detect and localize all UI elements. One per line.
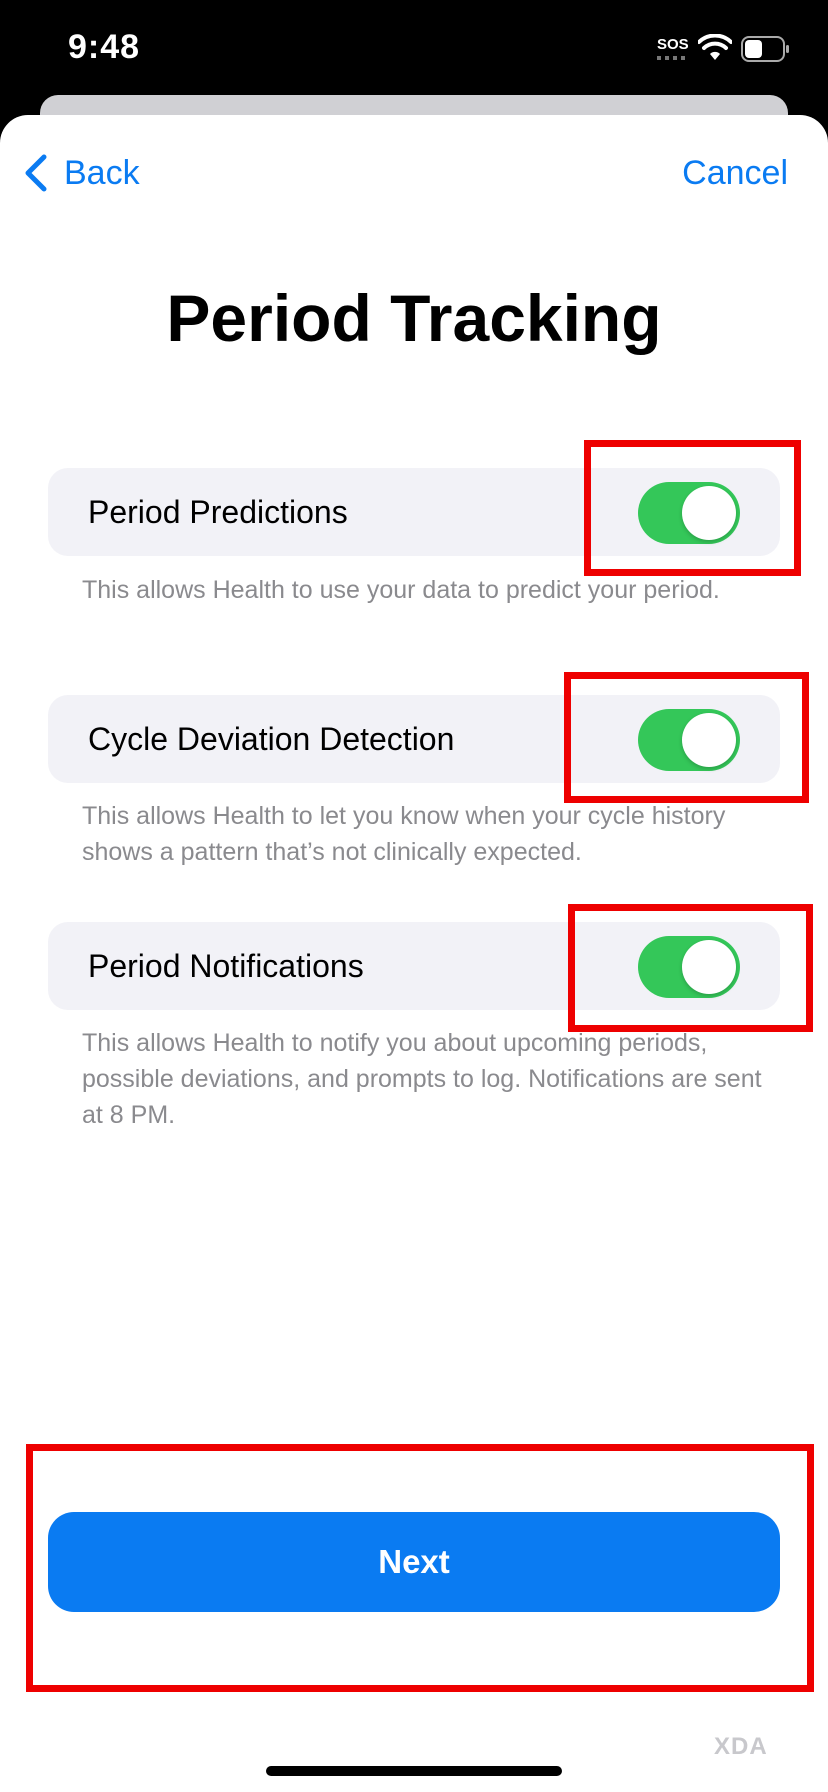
cancel-button[interactable]: Cancel — [682, 150, 788, 196]
next-button[interactable]: Next — [48, 1512, 780, 1612]
home-indicator — [266, 1766, 562, 1776]
setting-label: Cycle Deviation Detection — [88, 721, 455, 757]
battery-icon — [741, 36, 789, 62]
signal-dots-icon — [657, 56, 687, 60]
wifi-icon — [698, 34, 732, 60]
xda-watermark: XDA — [714, 1733, 768, 1760]
status-time: 9:48 — [68, 28, 141, 66]
highlight-box — [584, 440, 801, 576]
chevron-left-icon — [25, 154, 47, 192]
page-title: Period Tracking — [166, 281, 662, 355]
setting-label: Period Predictions — [88, 494, 348, 530]
setting-description: This allows Health to notify you about u… — [82, 1029, 762, 1129]
sos-indicator: SOS — [657, 36, 689, 53]
back-label: Back — [64, 153, 140, 192]
highlight-box — [564, 672, 809, 803]
status-bar: 9:48 SOS — [0, 0, 828, 100]
back-button[interactable]: Back — [22, 150, 140, 196]
setting-label: Period Notifications — [88, 948, 364, 984]
setting-description: This allows Health to let you know when … — [82, 802, 726, 866]
setting-description: This allows Health to use your data to p… — [82, 576, 720, 604]
highlight-box — [568, 904, 813, 1032]
